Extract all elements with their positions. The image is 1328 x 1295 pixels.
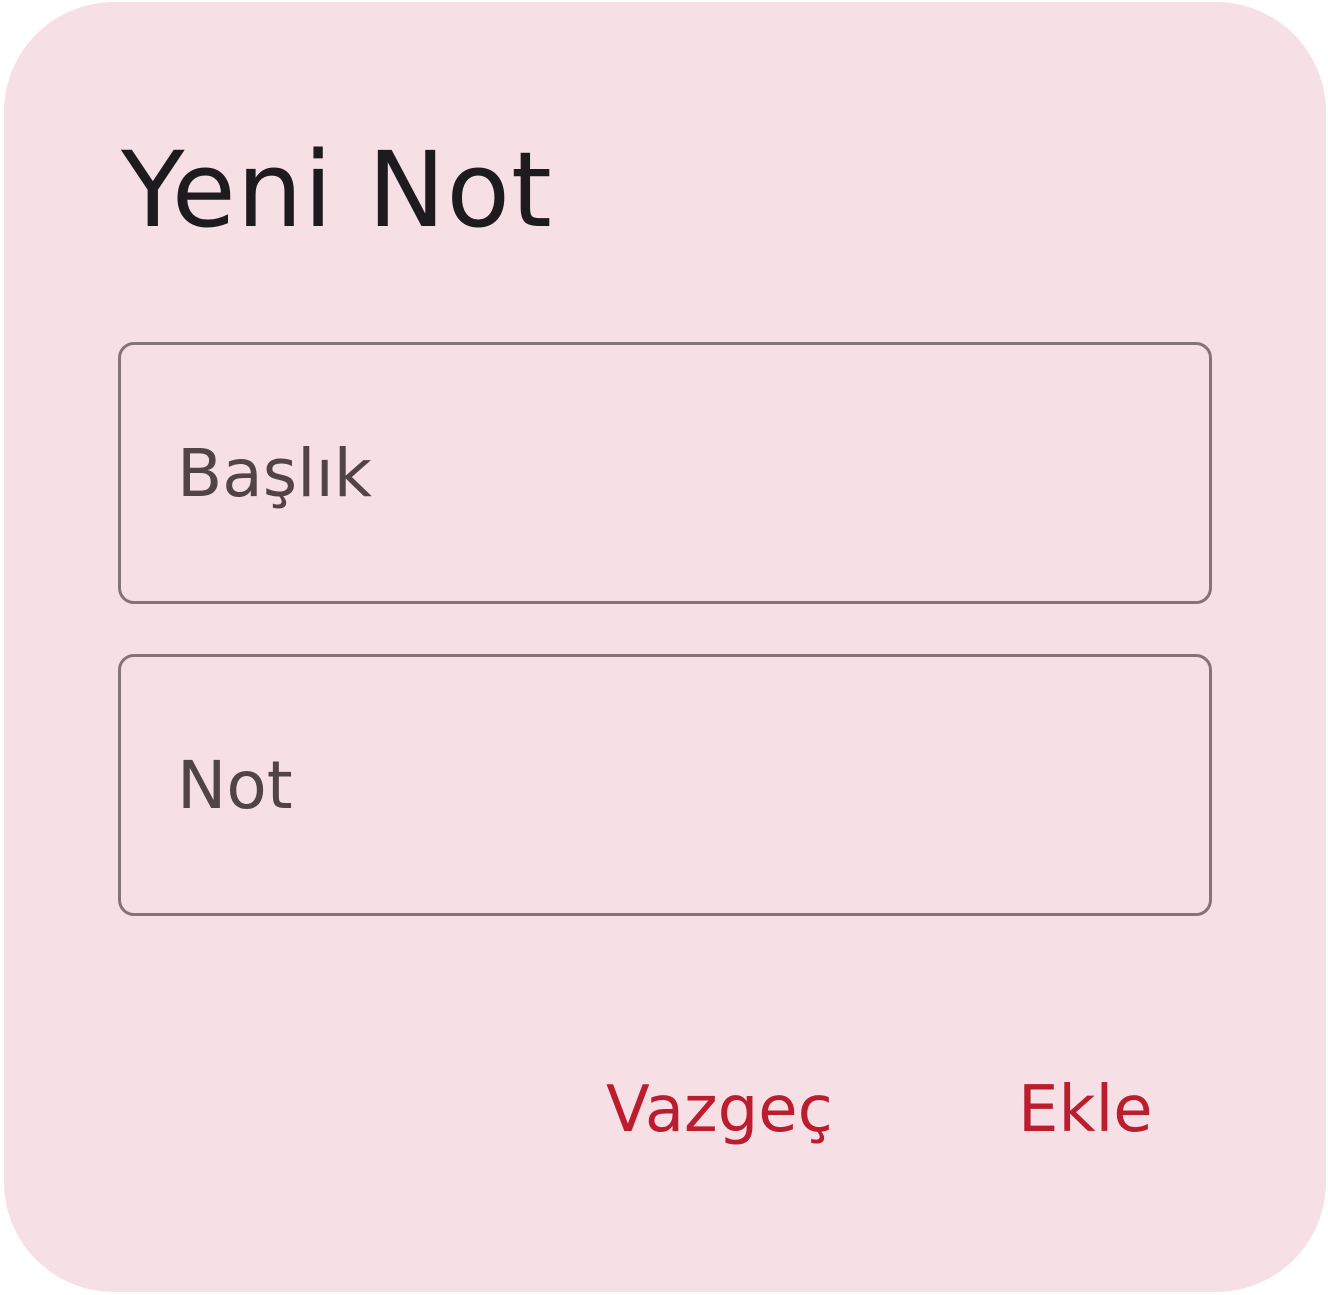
dialog-title: Yeni Not — [121, 129, 553, 251]
add-button[interactable]: Ekle — [1018, 1062, 1153, 1158]
title-input[interactable] — [118, 342, 1212, 604]
cancel-button[interactable]: Vazgeç — [606, 1062, 833, 1158]
note-input[interactable] — [118, 654, 1212, 916]
new-note-dialog: Yeni Not Vazgeç Ekle — [4, 2, 1326, 1292]
